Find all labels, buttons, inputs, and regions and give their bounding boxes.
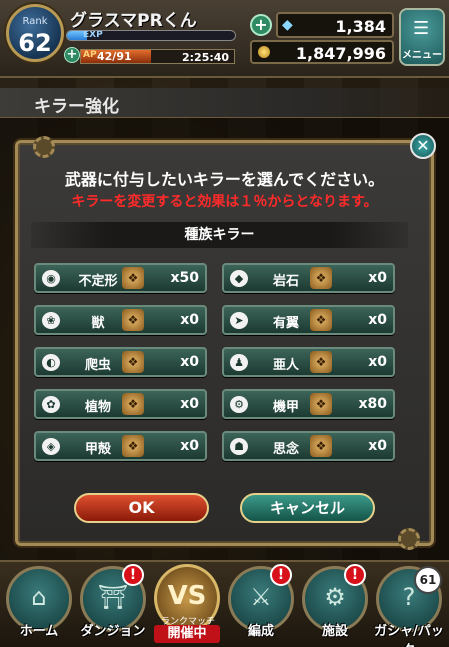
killer-option-reptile[interactable]: ◐ 爬虫 ❖ x0 (34, 347, 207, 377)
killer-name: 思念 (272, 442, 299, 457)
ranked-status-badge: 開催中 (154, 625, 220, 643)
nav-home-label: ホーム (19, 624, 59, 639)
rank-label: Rank (22, 16, 48, 27)
killer-count: x0 (368, 354, 387, 370)
ap-timer: 2:25:40 (182, 51, 230, 64)
gem-count: 1,384 (335, 17, 386, 36)
killer-option-spirit[interactable]: ☗ 思念 ❖ x0 (222, 431, 395, 461)
killer-item-icon: ❖ (310, 435, 332, 457)
close-button[interactable]: ✕ (410, 133, 436, 159)
nav-facility-label: 施設 (321, 624, 348, 639)
dungeon-alert-badge: ! (122, 564, 144, 586)
close-icon: ✕ (416, 136, 430, 155)
nav-gacha-label: ガシャ/パック (374, 624, 444, 647)
nav-formation-label: 編成 (247, 624, 274, 639)
rank-value: 62 (18, 29, 52, 57)
killer-option-amorphous[interactable]: ◉ 不定形 ❖ x50 (34, 263, 207, 293)
killer-item-icon: ❖ (122, 267, 144, 289)
page-title: キラー強化 (34, 97, 119, 117)
ap-value: 42/91 (97, 50, 132, 63)
killer-name: 有翼 (272, 316, 299, 331)
home-icon: ⌂ (31, 583, 47, 611)
killer-count: x0 (180, 396, 199, 412)
killer-item-icon: ❖ (122, 435, 144, 457)
buy-gem-button[interactable]: + (250, 14, 272, 36)
killer-option-plant[interactable]: ✿ 植物 ❖ x0 (34, 389, 207, 419)
killer-count: x0 (180, 354, 199, 370)
paw-icon: ❀ (42, 312, 60, 329)
killer-name: 機甲 (272, 400, 299, 415)
ok-button[interactable]: OK (74, 493, 209, 523)
formation-alert-badge: ! (270, 564, 292, 586)
killer-item-icon: ❖ (310, 393, 332, 415)
plant-icon: ✿ (42, 396, 60, 413)
killer-name: 甲殻 (84, 442, 111, 457)
killer-option-mecha[interactable]: ⚙ 機甲 ❖ x80 (222, 389, 395, 419)
killer-item-icon: ❖ (122, 351, 144, 373)
party-icon: ⚔ (250, 583, 272, 611)
killer-item-icon: ❖ (310, 309, 332, 331)
killer-name: 亜人 (272, 358, 299, 373)
coin-icon (258, 46, 270, 58)
section-header: キラー強化 (0, 88, 449, 118)
killer-count: x0 (180, 438, 199, 454)
killer-name: 爬虫 (84, 358, 111, 373)
shell-icon: ◈ (42, 438, 60, 455)
killer-option-demihuman[interactable]: ♟ 亜人 ❖ x0 (222, 347, 395, 377)
gear-icon: ⚙ (324, 583, 346, 611)
killer-item-icon: ❖ (122, 309, 144, 331)
player-name: グラスマPRくん (70, 11, 197, 31)
dungeon-gate-icon: ⛩ (97, 583, 129, 611)
ap-label: AP (83, 50, 97, 60)
killer-name: 獣 (91, 316, 105, 331)
killer-count: x50 (170, 270, 199, 286)
menu-label: メニュー (402, 50, 442, 61)
exp-bar: EXP (66, 30, 236, 41)
exp-label: EXP (83, 30, 103, 40)
reptile-icon: ◐ (42, 354, 60, 371)
gear-ornament-icon (33, 136, 55, 158)
gold-counter: 1,847,996 (250, 40, 394, 64)
gear-icon: ⚙ (230, 396, 248, 413)
killer-name: 岩石 (272, 274, 299, 289)
gear-ornament-icon (398, 528, 420, 550)
killer-count: x0 (368, 312, 387, 328)
ap-recover-button[interactable]: + (64, 47, 80, 63)
killer-name: 植物 (84, 400, 111, 415)
killer-option-winged[interactable]: ➤ 有翼 ❖ x0 (222, 305, 395, 335)
tribe-killer-header: 種族キラー (31, 222, 408, 248)
gold-count: 1,847,996 (295, 44, 386, 63)
facility-alert-badge: ! (344, 564, 366, 586)
menu-icon: ☰ (413, 18, 430, 39)
killer-name: 不定形 (78, 274, 118, 289)
rock-icon: ◆ (230, 270, 248, 287)
spirit-icon: ☗ (230, 438, 248, 455)
top-status-bar: Rank 62 グラスマPRくん EXP + AP 42/91 2:25:40 … (0, 0, 449, 78)
cancel-button[interactable]: キャンセル (240, 493, 375, 523)
killer-item-icon: ❖ (310, 267, 332, 289)
killer-count: x80 (358, 396, 387, 412)
gem-icon: ◆ (282, 17, 293, 33)
nav-dungeon-label: ダンジョン (80, 624, 146, 639)
killer-count: x0 (180, 312, 199, 328)
dialog-message: 武器に付与したいキラーを選んでください。 (64, 170, 385, 189)
killer-option-shell[interactable]: ◈ 甲殻 ❖ x0 (34, 431, 207, 461)
rank-badge: Rank 62 (6, 4, 64, 62)
menu-button[interactable]: ☰ メニュー (399, 8, 445, 66)
killer-count: x0 (368, 438, 387, 454)
killer-option-rock[interactable]: ◆ 岩石 ❖ x0 (222, 263, 395, 293)
demihuman-icon: ♟ (230, 354, 248, 371)
dialog-warning: キラーを変更すると効果は１％からとなります。 (71, 194, 378, 210)
killer-item-icon: ❖ (122, 393, 144, 415)
vs-icon: VS (167, 581, 207, 611)
gem-counter: ◆ 1,384 (276, 12, 394, 38)
wing-icon: ➤ (230, 312, 248, 329)
blob-icon: ◉ (42, 270, 60, 287)
killer-item-icon: ❖ (310, 351, 332, 373)
killer-option-beast[interactable]: ❀ 獣 ❖ x0 (34, 305, 207, 335)
killer-count: x0 (368, 270, 387, 286)
gacha-count-badge: 61 (414, 566, 442, 594)
